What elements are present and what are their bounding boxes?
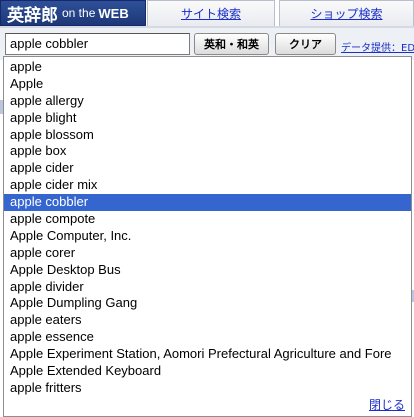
suggestion-list: apple Apple apple allergy apple blight apple…: [4, 59, 411, 397]
suggestion-item[interactable]: apple blossom: [4, 127, 411, 144]
suggestion-item[interactable]: apple cider mix: [4, 177, 411, 194]
tab-site-search-link[interactable]: サイト検索: [181, 5, 241, 22]
suggestion-item[interactable]: apple corer: [4, 245, 411, 262]
site-logo[interactable]: 英辞郎 on the WEB: [0, 0, 146, 26]
suggestion-item[interactable]: apple box: [4, 143, 411, 160]
suggestion-item[interactable]: apple allergy: [4, 93, 411, 110]
tab-site-search[interactable]: サイト検索: [147, 0, 275, 26]
suggestion-item[interactable]: apple essence: [4, 329, 411, 346]
suggestion-item[interactable]: apple blight: [4, 110, 411, 127]
dictionary-search-button[interactable]: 英和・和英: [194, 33, 269, 55]
close-dropdown-link[interactable]: 閉じる: [369, 396, 405, 413]
search-input[interactable]: apple cobbler: [5, 33, 190, 55]
suggestion-item[interactable]: Apple Desktop Bus: [4, 262, 411, 279]
tab-shop-search-link[interactable]: ショップ検索: [310, 5, 382, 22]
logo-web: WEB: [98, 5, 129, 21]
suggestion-item[interactable]: Apple: [4, 76, 411, 93]
autocomplete-dropdown: apple Apple apple allergy apple blight apple…: [3, 56, 412, 417]
clear-button[interactable]: クリア: [275, 33, 336, 55]
data-provider-link[interactable]: データ提供：ED: [341, 39, 414, 54]
suggestion-item[interactable]: apple divider: [4, 279, 411, 296]
logo-on-the: on the: [62, 6, 96, 20]
suggestion-item[interactable]: apple compote: [4, 211, 411, 228]
suggestion-item[interactable]: Apple Computer, Inc.: [4, 228, 411, 245]
suggestion-item[interactable]: apple: [4, 59, 411, 76]
logo-title: 英辞郎: [7, 5, 58, 26]
suggestion-item[interactable]: apple eaters: [4, 312, 411, 329]
suggestion-item[interactable]: Apple Extended Keyboard: [4, 363, 411, 380]
suggestion-item[interactable]: Apple Dumpling Gang: [4, 295, 411, 312]
suggestion-item[interactable]: apple cobbler: [4, 194, 411, 212]
suggestion-item[interactable]: apple fritters: [4, 380, 411, 397]
header: 英辞郎 on the WEB サイト検索 ショップ検索: [0, 0, 414, 28]
suggestion-item[interactable]: Apple Experiment Station, Aomori Prefect…: [4, 346, 411, 363]
suggestion-item[interactable]: apple cider: [4, 160, 411, 177]
tab-shop-search[interactable]: ショップ検索: [279, 0, 414, 26]
